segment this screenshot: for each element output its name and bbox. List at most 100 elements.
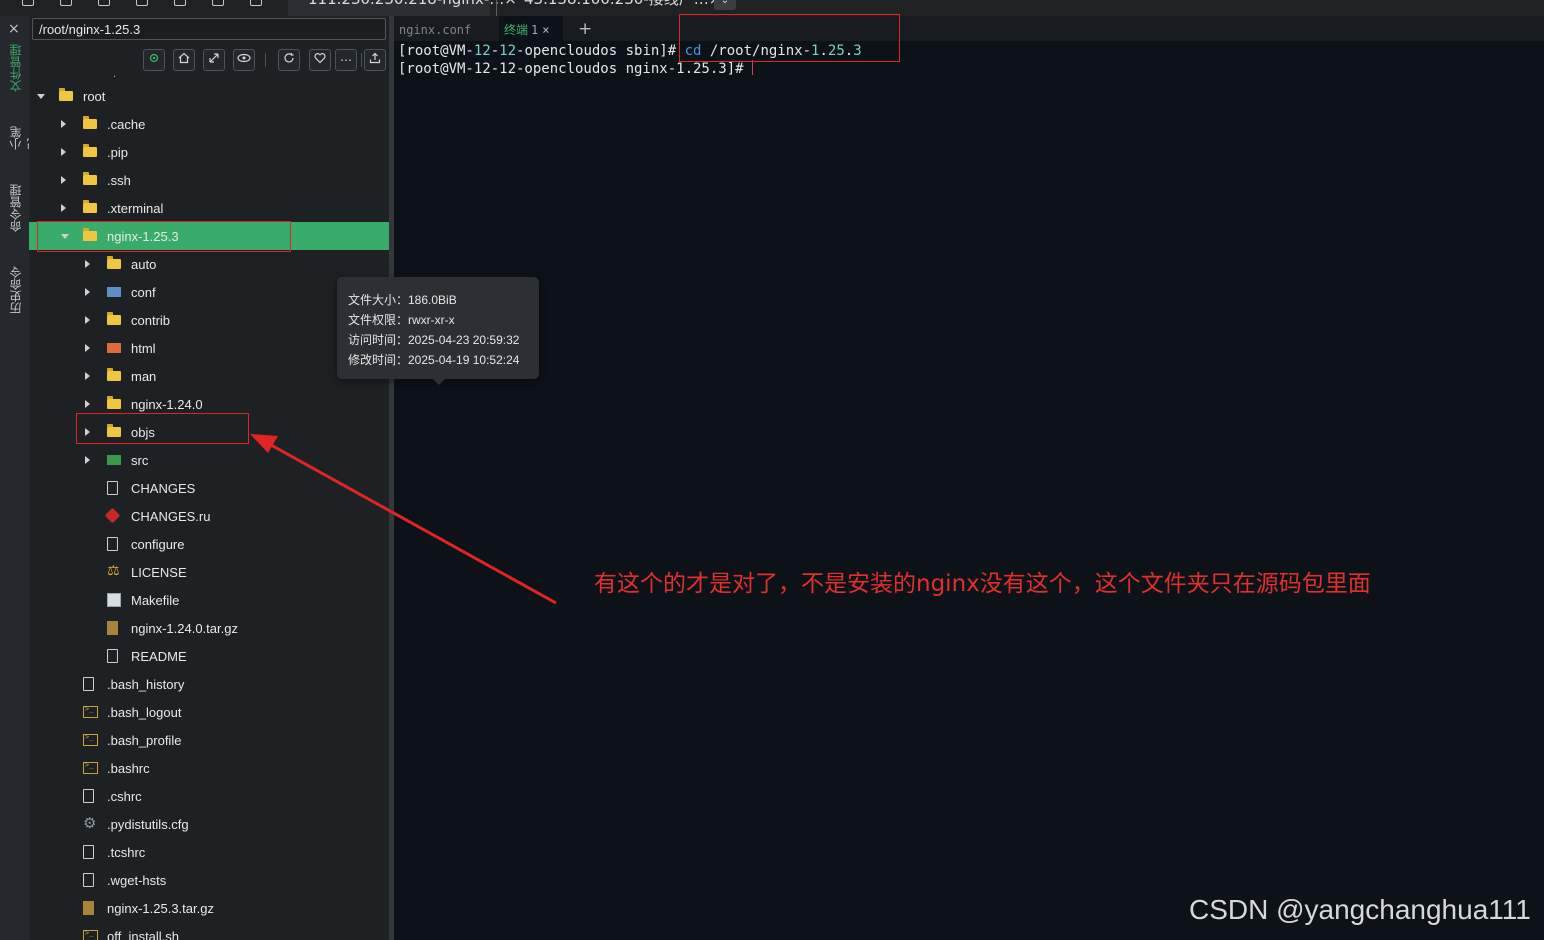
toolbar-icon[interactable] [60,0,72,6]
tree-folder-row[interactable]: conf [29,278,389,306]
file-icon [83,845,94,859]
makefile-icon [107,593,121,607]
upload-icon[interactable] [364,49,386,71]
caret-right-icon[interactable] [85,372,90,380]
file-icon [107,481,118,495]
tree-item-label: configure [131,537,185,552]
caret-down-icon[interactable] [37,94,45,99]
tooltip-size: 文件大小：186.0BiB [348,293,457,307]
rail-file-manager[interactable]: 文件管理 [7,42,23,92]
file-manager-panel: /root/nginx-1.25.3 ⋯ · root .cache .pip .ss… [29,16,389,940]
rail-history-commands[interactable]: 历史命令 [7,262,23,314]
tree-item-label: nginx-1.24.0 [131,397,203,412]
rail-command-manager[interactable]: 命令管理 [7,180,23,232]
tree-file-row[interactable]: nginx-1.25.3.tar.gz [29,894,389,922]
tree-folder-row[interactable]: man [29,362,389,390]
tree-item-label: nginx-1.25.3.tar.gz [107,901,214,916]
home-icon[interactable] [173,49,195,71]
caret-right-icon[interactable] [85,456,90,464]
session-tab-2[interactable]: 43.138.100.230-接线厂…× [506,0,721,16]
annotation-text: 有这个的才是对了，不是安装的nginx没有这个，这个文件夹只在源码包里面 [594,571,1371,597]
tab-terminal[interactable]: 终端 1 × [499,16,563,41]
tree-file-row[interactable]: README [29,642,389,670]
toolbar-icon[interactable] [212,0,224,6]
tree-folder-row[interactable]: .cache [29,110,389,138]
tree-file-row[interactable]: off_install.sh [29,922,389,940]
tree-file-row[interactable]: ⚙ .pydistutils.cfg [29,810,389,838]
tree-item-label: .pydistutils.cfg [107,817,189,832]
toolbar-icon[interactable] [250,0,262,6]
tree-item-label: CHANGES [131,481,196,496]
tree-folder-row[interactable]: auto [29,250,389,278]
tree-folder-row[interactable]: .pip [29,138,389,166]
tree-file-row[interactable]: CHANGES [29,474,389,502]
tree-item-label: LICENSE [131,565,187,580]
tree-file-row[interactable]: .bash_logout [29,698,389,726]
folder-icon [107,368,121,381]
close-icon[interactable]: × [8,22,20,36]
caret-right-icon[interactable] [61,148,66,156]
tree-file-row[interactable]: Makefile [29,586,389,614]
chevron-down-icon[interactable]: ⌄ [714,0,736,10]
caret-right-icon[interactable] [85,260,90,268]
folder-icon [107,312,121,325]
toolbar-icon[interactable] [98,0,110,6]
eye-icon[interactable] [233,49,255,71]
tree-file-row[interactable]: CHANGES.ru [29,502,389,530]
prompt-number: 12 [473,43,491,59]
tree-item-label: .xterminal [107,201,164,216]
heart-icon[interactable] [309,49,331,71]
tree-folder-row[interactable]: src [29,446,389,474]
tooltip-modified: 修改时间：2025-04-19 10:52:24 [348,353,520,367]
caret-right-icon[interactable] [61,204,66,212]
toolbar-icon[interactable] [22,0,34,6]
collapse-icon[interactable] [203,49,225,71]
tree-file-row[interactable]: .bash_profile [29,726,389,754]
toolbar-icon[interactable] [136,0,148,6]
toolbar-icon[interactable] [174,0,186,6]
more-icon[interactable]: ⋯ [335,49,357,71]
tree-folder-row[interactable]: .xterminal [29,194,389,222]
caret-right-icon[interactable] [85,288,90,296]
terminal-pane[interactable]: nginx.conf 终端 1 × + [root@VM-12-12-openclo… [394,16,1544,940]
tree-file-row[interactable]: nginx-1.24.0.tar.gz [29,614,389,642]
locate-icon[interactable] [143,49,165,71]
tree-file-row[interactable]: .bash_history [29,670,389,698]
src-folder-icon [107,455,121,465]
rail-notes[interactable]: 小笔记 [7,122,40,150]
caret-right-icon[interactable] [61,120,66,128]
caret-right-icon[interactable] [85,400,90,408]
refresh-icon[interactable] [278,49,300,71]
caret-right-icon[interactable] [85,316,90,324]
tab-nginx-conf[interactable]: nginx.conf [399,16,471,41]
tree-item-label: .pip [107,145,128,160]
caret-right-icon[interactable] [85,344,90,352]
tree-file-row[interactable]: .wget-hsts [29,866,389,894]
tree-file-row[interactable]: .bashrc [29,754,389,782]
file-icon [107,537,118,551]
tree-item-label: .bash_profile [107,733,182,748]
highlight-box-nginx-folder [37,221,291,252]
path-input[interactable]: /root/nginx-1.25.3 [32,18,386,40]
file-icon [107,649,118,663]
tree-file-row[interactable]: .tcshrc [29,838,389,866]
add-tab-icon[interactable]: + [578,18,592,40]
tree-folder-row[interactable]: root [29,82,389,110]
caret-right-icon[interactable] [61,176,66,184]
session-tab-1[interactable]: 111.230.230.218-nginx-…× [288,0,517,16]
tree-file-row[interactable]: ⚖ LICENSE [29,558,389,586]
shell-icon [83,761,98,774]
folder-icon [83,200,97,213]
archive-icon [107,621,118,635]
folder-icon [83,144,97,157]
tree-folder-row[interactable]: html [29,334,389,362]
tree-file-row[interactable]: .cshrc [29,782,389,810]
tree-item-label: .wget-hsts [107,873,167,888]
tree-item-label: off_install.sh [107,929,180,940]
folder-icon [59,88,73,101]
shell-icon [83,929,98,940]
tree-folder-row[interactable]: .ssh [29,166,389,194]
tree-file-row[interactable]: configure [29,530,389,558]
tree-folder-row[interactable]: contrib [29,306,389,334]
close-icon[interactable]: × [542,23,549,37]
